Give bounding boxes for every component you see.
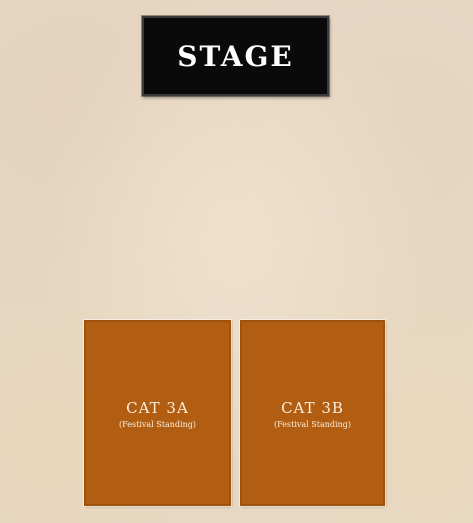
section-name: CAT 3A [126,399,189,417]
stage: STAGE [142,16,329,96]
stage-label: STAGE [177,39,294,73]
section-name: CAT 3B [281,399,344,417]
venue-seating-map: STAGE CAT 3A (Festival Standing) CAT 3B … [0,0,473,523]
section-cat-3b[interactable]: CAT 3B (Festival Standing) [240,320,385,506]
section-cat-3a[interactable]: CAT 3A (Festival Standing) [84,320,231,506]
section-type: (Festival Standing) [274,420,351,429]
section-type: (Festival Standing) [119,420,196,429]
